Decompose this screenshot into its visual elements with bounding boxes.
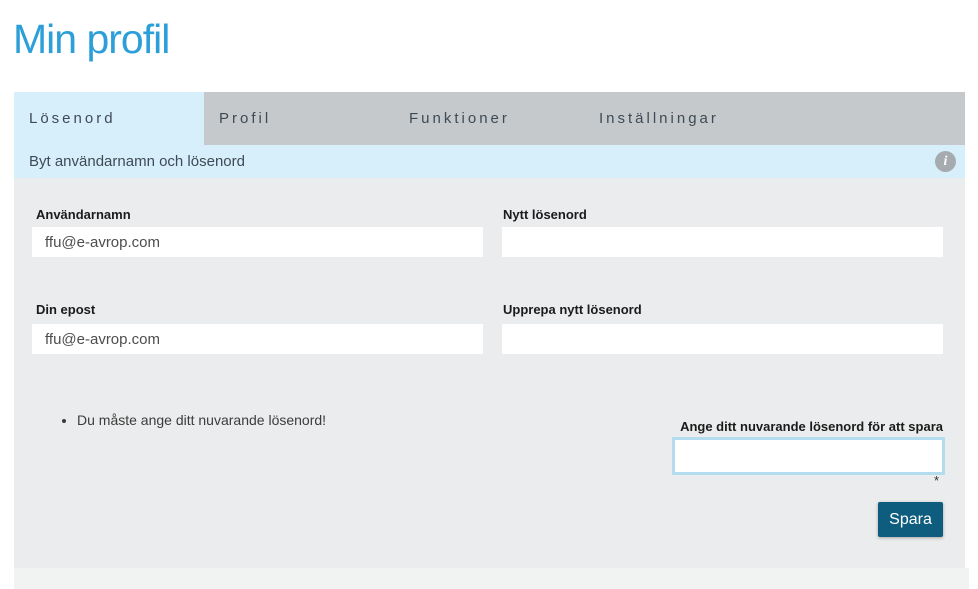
tab-bar: Lösenord Profil Funktioner Inställningar <box>14 92 965 145</box>
section-header-bar: Byt användarnamn och lösenord i <box>14 145 965 178</box>
tab-losenord-label: Lösenord <box>29 110 116 127</box>
username-input[interactable] <box>32 227 483 257</box>
new-password-input[interactable] <box>502 227 943 257</box>
tab-installningar[interactable]: Inställningar <box>584 92 774 145</box>
current-password-label: Ange ditt nuvarande lösenord för att spa… <box>680 419 943 434</box>
section-title: Byt användarnamn och lösenord <box>29 153 245 170</box>
validation-message-list: Du måste ange ditt nuvarande lösenord! <box>59 410 326 430</box>
repeat-password-label: Upprepa nytt lösenord <box>503 302 642 317</box>
tab-profil-label: Profil <box>219 110 272 127</box>
current-password-input[interactable] <box>672 437 945 475</box>
tab-funktioner[interactable]: Funktioner <box>394 92 584 145</box>
repeat-password-input[interactable] <box>502 324 943 354</box>
save-button[interactable]: Spara <box>878 502 943 537</box>
tab-losenord[interactable]: Lösenord <box>14 92 204 145</box>
email-label: Din epost <box>36 302 96 317</box>
page-title: Min profil <box>13 16 170 62</box>
tab-profil[interactable]: Profil <box>204 92 394 145</box>
new-password-label: Nytt lösenord <box>503 207 587 222</box>
validation-message: Du måste ange ditt nuvarande lösenord! <box>77 410 326 430</box>
info-icon[interactable]: i <box>935 151 956 172</box>
my-profile-page: Min profil Lösenord Profil Funktioner In… <box>0 0 978 589</box>
tab-funktioner-label: Funktioner <box>409 110 510 127</box>
username-label: Användarnamn <box>36 207 131 222</box>
required-marker: * <box>934 473 940 488</box>
footer-strip <box>14 568 969 589</box>
email-input[interactable] <box>32 324 483 354</box>
tab-installningar-label: Inställningar <box>599 110 719 127</box>
